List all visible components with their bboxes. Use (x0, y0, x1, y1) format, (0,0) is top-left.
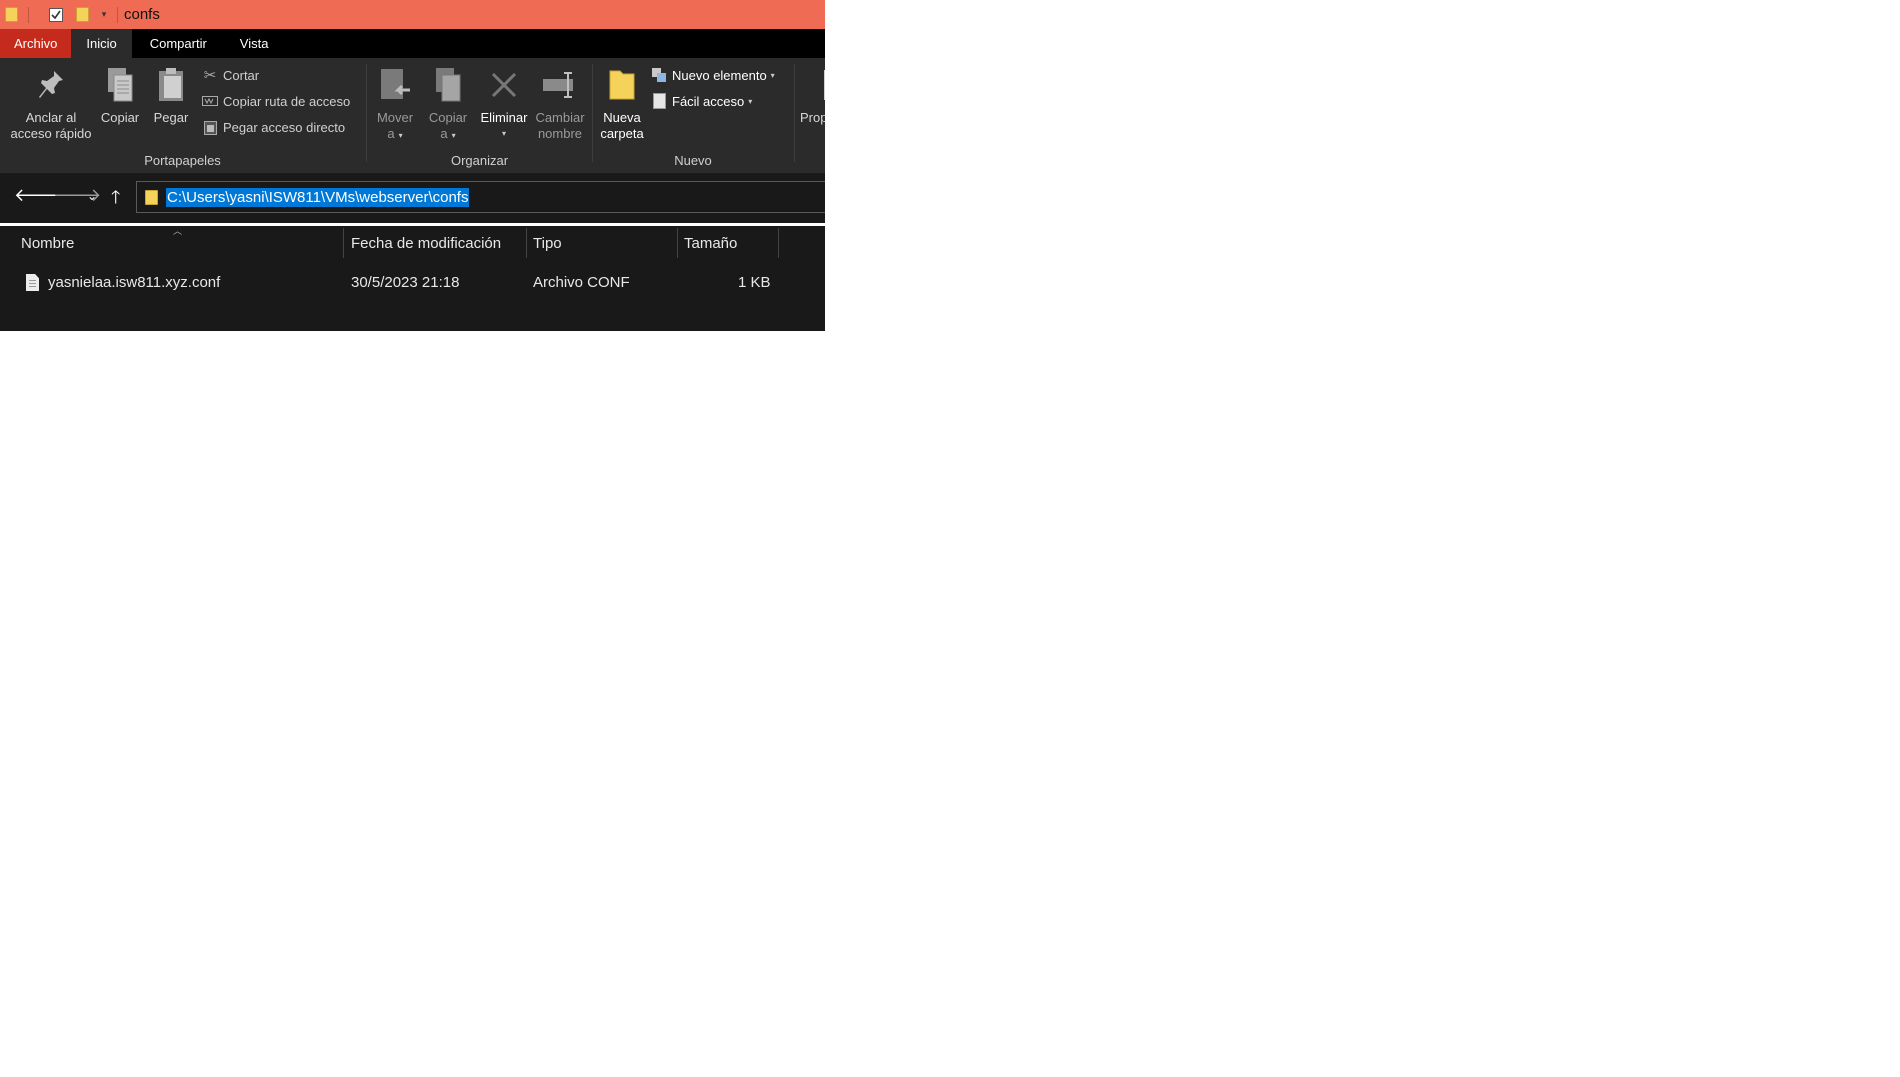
tab-inicio[interactable]: Inicio (71, 29, 132, 58)
paste-label: Pegar (153, 110, 189, 125)
column-divider[interactable] (778, 228, 779, 258)
folder-icon (145, 190, 158, 205)
column-divider[interactable] (526, 228, 527, 258)
column-headers: ︿ Nombre Fecha de modificación Tipo Tama… (0, 226, 825, 260)
move-to-icon (378, 62, 412, 108)
copy-to-label-line2: a ▾ (440, 126, 456, 141)
address-path[interactable]: C:\Users\yasni\ISW811\VMs\webserver\conf… (166, 188, 470, 207)
rename-icon (542, 62, 578, 108)
copy-path-label: Copiar ruta de acceso (223, 93, 351, 109)
delete-dropdown-icon[interactable]: ▾ (502, 126, 506, 142)
rename-label-line2: nombre (537, 126, 583, 141)
copy-to-button[interactable]: Copiar a ▾ (423, 62, 473, 144)
easy-access-icon (651, 93, 667, 109)
properties-check-icon[interactable] (47, 6, 65, 24)
ribbon-separator (794, 64, 795, 162)
column-divider[interactable] (677, 228, 678, 258)
paste-icon (156, 62, 186, 108)
tab-archivo[interactable]: Archivo (0, 29, 72, 58)
pin-label-line1: Anclar al (25, 110, 77, 125)
move-to-label-line2: a ▾ (387, 126, 403, 141)
cut-button[interactable]: ✂ Cortar (202, 67, 260, 84)
ribbon-tabs: Archivo Inicio Compartir Vista (0, 29, 825, 58)
tab-compartir[interactable]: Compartir (132, 29, 222, 58)
paste-button[interactable]: Pegar (150, 62, 192, 126)
file-size: 1 KB (738, 274, 771, 291)
column-header-modified[interactable]: Fecha de modificación (351, 228, 521, 258)
new-folder-icon[interactable] (73, 6, 91, 24)
new-item-dropdown-icon: ▾ (770, 70, 775, 80)
move-to-label-line1: Mover (376, 110, 414, 125)
group-label-organizar: Organizar (450, 153, 509, 168)
title-divider (117, 6, 118, 23)
address-bar-underline (0, 223, 825, 226)
easy-access-button[interactable]: Fácil acceso ▾ (651, 93, 752, 109)
group-label-portapapeles: Portapapeles (144, 153, 221, 168)
up-arrow-icon[interactable]: 🡑 (111, 185, 120, 215)
cut-label: Cortar (223, 67, 260, 83)
new-folder-label-line2: carpeta (600, 126, 644, 141)
folder-icon (2, 6, 20, 24)
column-header-type[interactable]: Tipo (533, 228, 673, 258)
file-icon (26, 274, 39, 291)
column-header-name[interactable]: Nombre (21, 228, 341, 258)
copy-icon (105, 62, 135, 108)
copy-path-button[interactable]: Copiar ruta de acceso (202, 93, 350, 109)
copy-label: Copiar (100, 110, 140, 125)
file-type: Archivo CONF (533, 274, 630, 291)
delete-x-icon (489, 62, 519, 108)
copy-to-label-line1: Copiar (428, 110, 468, 125)
new-folder-icon (607, 62, 637, 108)
group-organizar: Mover a ▾ Copiar a ▾ Eliminar ▾ Cambiar … (367, 58, 592, 173)
file-explorer-window: ▾ confs Archivo Inicio Compartir Vista A… (0, 0, 825, 331)
navigation-bar: 🡐 🡒 ⌄ 🡑 C:\Users\yasni\ISW811\VMs\webser… (0, 173, 825, 223)
properties-button[interactable]: Prop (800, 62, 825, 126)
paste-shortcut-button[interactable]: Pegar acceso directo (202, 119, 345, 135)
column-divider[interactable] (343, 228, 344, 258)
paste-shortcut-icon (202, 119, 218, 135)
new-folder-label-line1: Nueva (603, 110, 641, 125)
rename-label-line1: Cambiar (535, 110, 585, 125)
move-to-button[interactable]: Mover a ▾ (371, 62, 419, 144)
recent-locations-chevron-icon[interactable]: ⌄ (87, 189, 97, 203)
window-title: confs (124, 6, 160, 23)
new-folder-button[interactable]: Nueva carpeta (596, 62, 648, 142)
paste-shortcut-label: Pegar acceso directo (223, 119, 346, 135)
new-item-label: Nuevo elemento (672, 67, 767, 83)
column-header-size[interactable]: Tamaño (684, 228, 774, 258)
rename-button[interactable]: Cambiar nombre (531, 62, 589, 142)
copy-to-icon (433, 62, 463, 108)
group-portapapeles: Anclar al acceso rápido Copiar Pegar ✂ C… (0, 58, 365, 173)
file-modified: 30/5/2023 21:18 (351, 274, 460, 291)
customize-toolbar-chevron-icon[interactable]: ▾ (95, 6, 113, 24)
scissors-icon: ✂ (203, 67, 217, 84)
pin-icon (36, 62, 66, 108)
delete-button[interactable]: Eliminar ▾ (478, 62, 530, 142)
toolbar-divider (28, 6, 29, 23)
pin-quick-access-button[interactable]: Anclar al acceso rápido (8, 62, 94, 142)
copy-button[interactable]: Copiar (99, 62, 141, 126)
group-nuevo: Nueva carpeta Nuevo elemento ▾ Fácil acc… (593, 58, 793, 173)
title-bar: ▾ confs (0, 0, 825, 29)
properties-icon (800, 62, 825, 108)
file-row[interactable]: yasnielaa.isw811.xyz.conf 30/5/2023 21:1… (0, 270, 780, 296)
copy-path-icon (202, 93, 218, 109)
group-label-nuevo: Nuevo (674, 153, 712, 168)
tab-vista[interactable]: Vista (222, 29, 284, 58)
delete-label: Eliminar (480, 110, 528, 125)
easy-access-dropdown-icon: ▾ (748, 96, 753, 106)
new-item-icon (651, 67, 667, 83)
pin-label-line2: acceso rápido (10, 126, 92, 141)
file-name: yasnielaa.isw811.xyz.conf (48, 274, 221, 291)
address-bar[interactable]: C:\Users\yasni\ISW811\VMs\webserver\conf… (136, 181, 825, 213)
new-item-button[interactable]: Nuevo elemento ▾ (651, 67, 775, 83)
properties-label: Prop (800, 110, 825, 125)
easy-access-label: Fácil acceso (672, 93, 745, 109)
ribbon-panel: Anclar al acceso rápido Copiar Pegar ✂ C… (0, 58, 825, 173)
